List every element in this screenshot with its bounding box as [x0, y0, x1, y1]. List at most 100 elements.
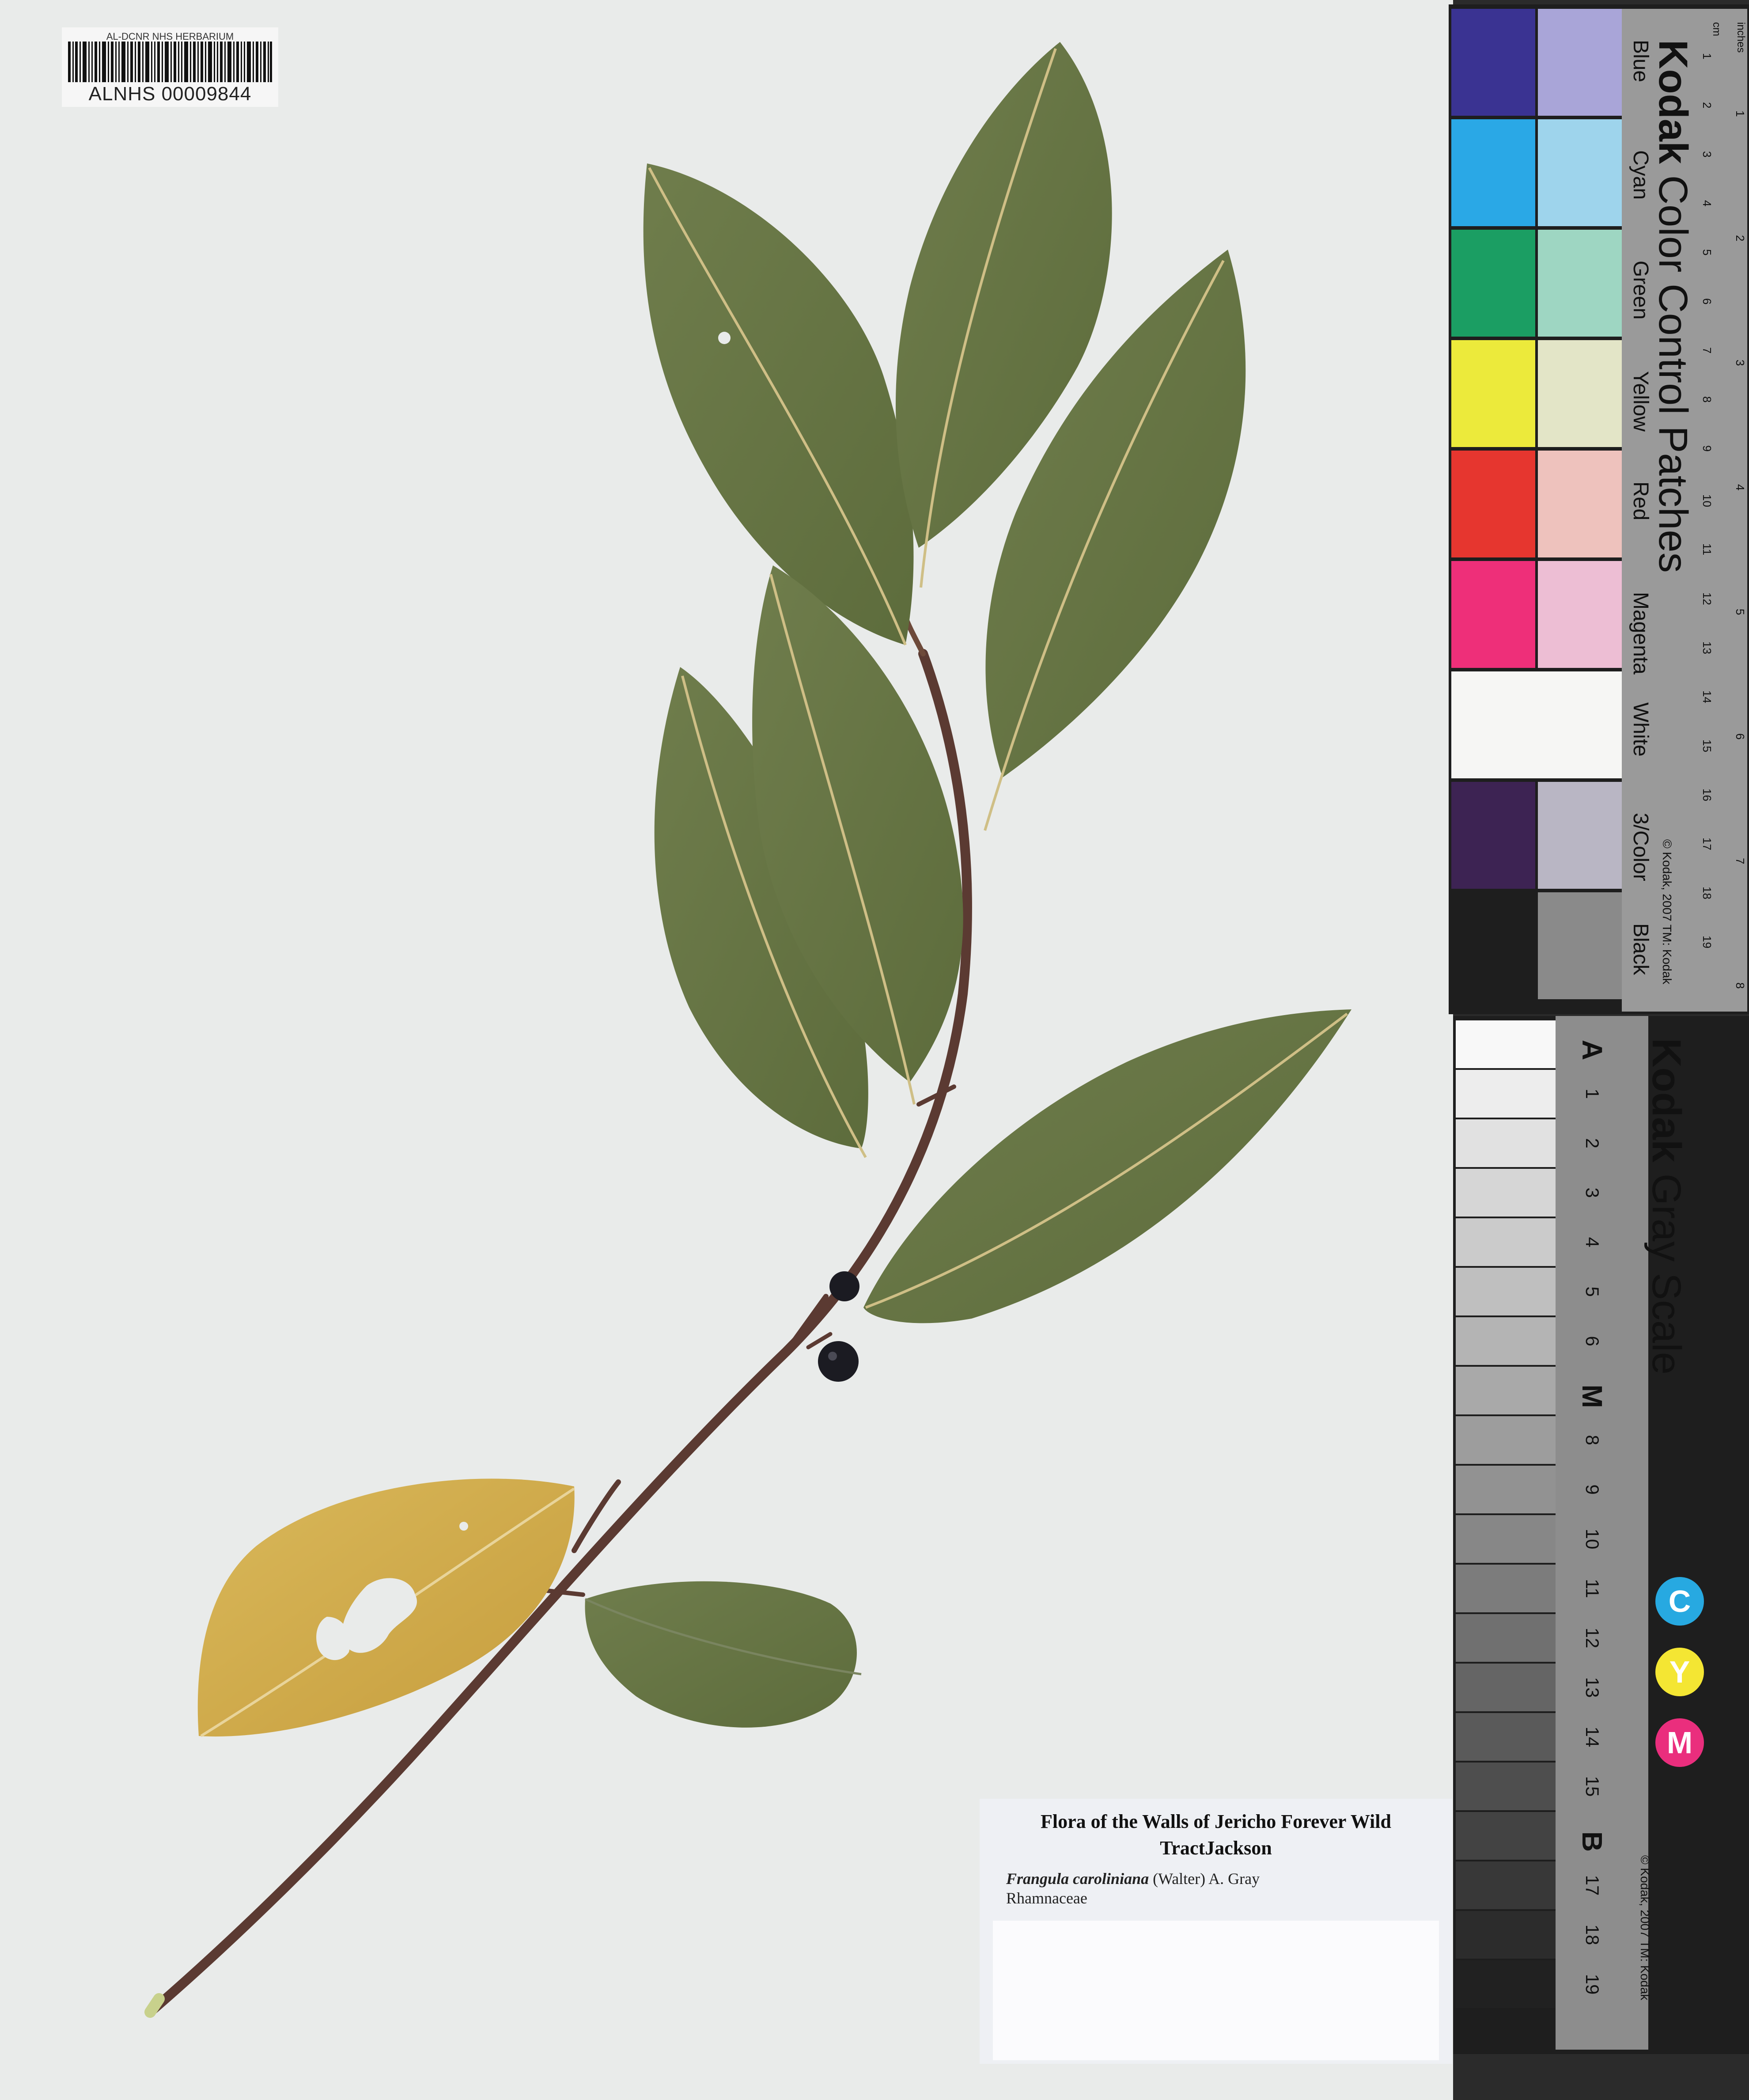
ruler-inch-label: 4 [1734, 484, 1747, 491]
gray-step-label: 3 [1582, 1187, 1603, 1198]
gray-step [1456, 1515, 1556, 1563]
color-card-title-text: Color Control Patches [1651, 175, 1696, 573]
gray-step-label: 8 [1582, 1435, 1603, 1445]
ruler-cm-label: 11 [1700, 543, 1714, 555]
gray-step-label: 10 [1582, 1528, 1603, 1550]
ruler-inch-label: 5 [1734, 609, 1747, 615]
gray-step [1456, 1367, 1556, 1414]
color-patch-left [1451, 230, 1535, 337]
gray-step [1456, 1861, 1556, 1909]
color-patch-left [1451, 340, 1535, 447]
gray-step [1456, 1169, 1556, 1217]
color-patch-left [1451, 671, 1622, 778]
ruler-inch-label: 7 [1734, 858, 1747, 864]
ruler-cm-label: 1 [1700, 53, 1714, 60]
gray-step [1456, 1713, 1556, 1761]
color-patch-label: Cyan [1629, 150, 1652, 200]
gray-step-label: 15 [1582, 1776, 1603, 1797]
color-patch-right [1538, 561, 1622, 668]
label-title: Flora of the Walls of Jericho Forever Wi… [988, 1808, 1443, 1861]
gray-step-label: 19 [1582, 1974, 1603, 1995]
color-patch-right [1538, 119, 1622, 226]
gray-step-label: 4 [1582, 1237, 1603, 1247]
color-patch-label: Yellow [1629, 371, 1652, 432]
color-card-brand: Kodak [1651, 40, 1696, 164]
ruler-cm-label: 9 [1700, 445, 1714, 452]
ruler-cm-label: 19 [1700, 936, 1714, 948]
gray-card-copyright: © Kodak, 2007 TM: Kodak [1638, 1855, 1652, 2001]
ruler-cm-label: 17 [1700, 838, 1714, 850]
label-title-line2: TractJackson [1160, 1837, 1272, 1859]
gray-step [1456, 1070, 1556, 1118]
gray-card-brand: Kodak [1644, 1038, 1689, 1163]
leaf-lower-right [584, 1581, 862, 1728]
family-name: Rhamnaceae [1006, 1889, 1087, 1907]
gray-step [1456, 1614, 1556, 1662]
ruler-cm-label: 7 [1700, 347, 1714, 354]
ruler-cm-label: 14 [1700, 690, 1714, 703]
ruler-cm-label: 18 [1700, 887, 1714, 899]
gray-step-label: 6 [1582, 1336, 1603, 1346]
ruler-cm-label: 12 [1700, 592, 1714, 605]
gray-step-label: 12 [1582, 1627, 1603, 1649]
gray-step [1456, 1020, 1556, 1068]
gray-card-title: Kodak Gray Scale [1643, 1038, 1689, 1375]
leaf-middle-right [863, 1009, 1352, 1323]
gray-step [1456, 1466, 1556, 1513]
ruler-cm-label: 5 [1700, 249, 1714, 256]
ruler-cm-label: 4 [1700, 200, 1714, 207]
ruler-cm-label: 8 [1700, 396, 1714, 403]
gray-step-label: 1 [1582, 1088, 1603, 1099]
gray-step-label: 13 [1582, 1677, 1603, 1698]
color-patch-label: 3/Color [1629, 813, 1652, 881]
gray-step-label: 5 [1582, 1286, 1603, 1297]
label-title-line1: Flora of the Walls of Jericho Forever Wi… [1041, 1811, 1391, 1832]
ruler-inch-label: 6 [1734, 733, 1747, 740]
authority: (Walter) A. Gray [1153, 1870, 1260, 1888]
color-patch-left [1451, 782, 1535, 889]
gray-step-label: 11 [1582, 1579, 1603, 1598]
ruler-inch-label: 1 [1734, 110, 1747, 117]
ruler-cm-label: 15 [1700, 739, 1714, 752]
color-patch-right [1538, 892, 1622, 999]
plant-specimen [144, 42, 1352, 2018]
scientific-name: Frangula caroliniana [1006, 1870, 1149, 1888]
specimen-label: Flora of the Walls of Jericho Forever Wi… [980, 1799, 1452, 2064]
color-patch-label: Magenta [1629, 592, 1652, 675]
gray-step-label: 17 [1582, 1875, 1603, 1896]
gray-step [1456, 1268, 1556, 1315]
color-card-title: Kodak Color Control Patches [1650, 40, 1696, 573]
color-patch-right [1538, 230, 1622, 337]
color-patch-left [1451, 9, 1535, 116]
ruler-unit-inch: inches [1735, 22, 1747, 53]
gray-step-label: 2 [1582, 1138, 1603, 1149]
gray-step [1456, 1812, 1556, 1860]
ruler-cm-label: 6 [1700, 298, 1714, 305]
gray-step [1456, 1960, 1556, 2008]
gray-step [1456, 1664, 1556, 1711]
color-patch-left [1451, 561, 1535, 668]
ruler-cm-label: 10 [1700, 494, 1714, 507]
gray-step [1456, 1119, 1556, 1167]
berries [818, 1271, 859, 1382]
ruler-cm-label: 2 [1700, 102, 1714, 109]
gray-step [1456, 1218, 1556, 1266]
color-patch-right [1538, 9, 1622, 116]
color-card-copyright: © Kodak, 2007 TM: Kodak [1660, 839, 1674, 985]
gray-step-label: M [1576, 1384, 1608, 1408]
cym-circle: Y [1655, 1648, 1704, 1696]
ruler-cm-label: 13 [1700, 641, 1714, 654]
color-patch-left [1451, 451, 1535, 557]
ruler-inch-label: 8 [1734, 982, 1747, 989]
ruler-inch-label: 3 [1734, 360, 1747, 366]
color-patch-left [1451, 892, 1535, 999]
gray-step [1456, 1565, 1556, 1612]
ruler-inch-label: 2 [1734, 235, 1747, 242]
ruler-unit-cm: cm [1711, 22, 1722, 36]
gray-step-label: 18 [1582, 1924, 1603, 1945]
color-patch-label: White [1629, 702, 1652, 757]
color-patch-left [1451, 119, 1535, 226]
gray-step [1456, 1317, 1556, 1365]
scientific-name-line: Frangula caroliniana (Walter) A. Gray [1006, 1869, 1260, 1888]
gray-step [1456, 1416, 1556, 1464]
